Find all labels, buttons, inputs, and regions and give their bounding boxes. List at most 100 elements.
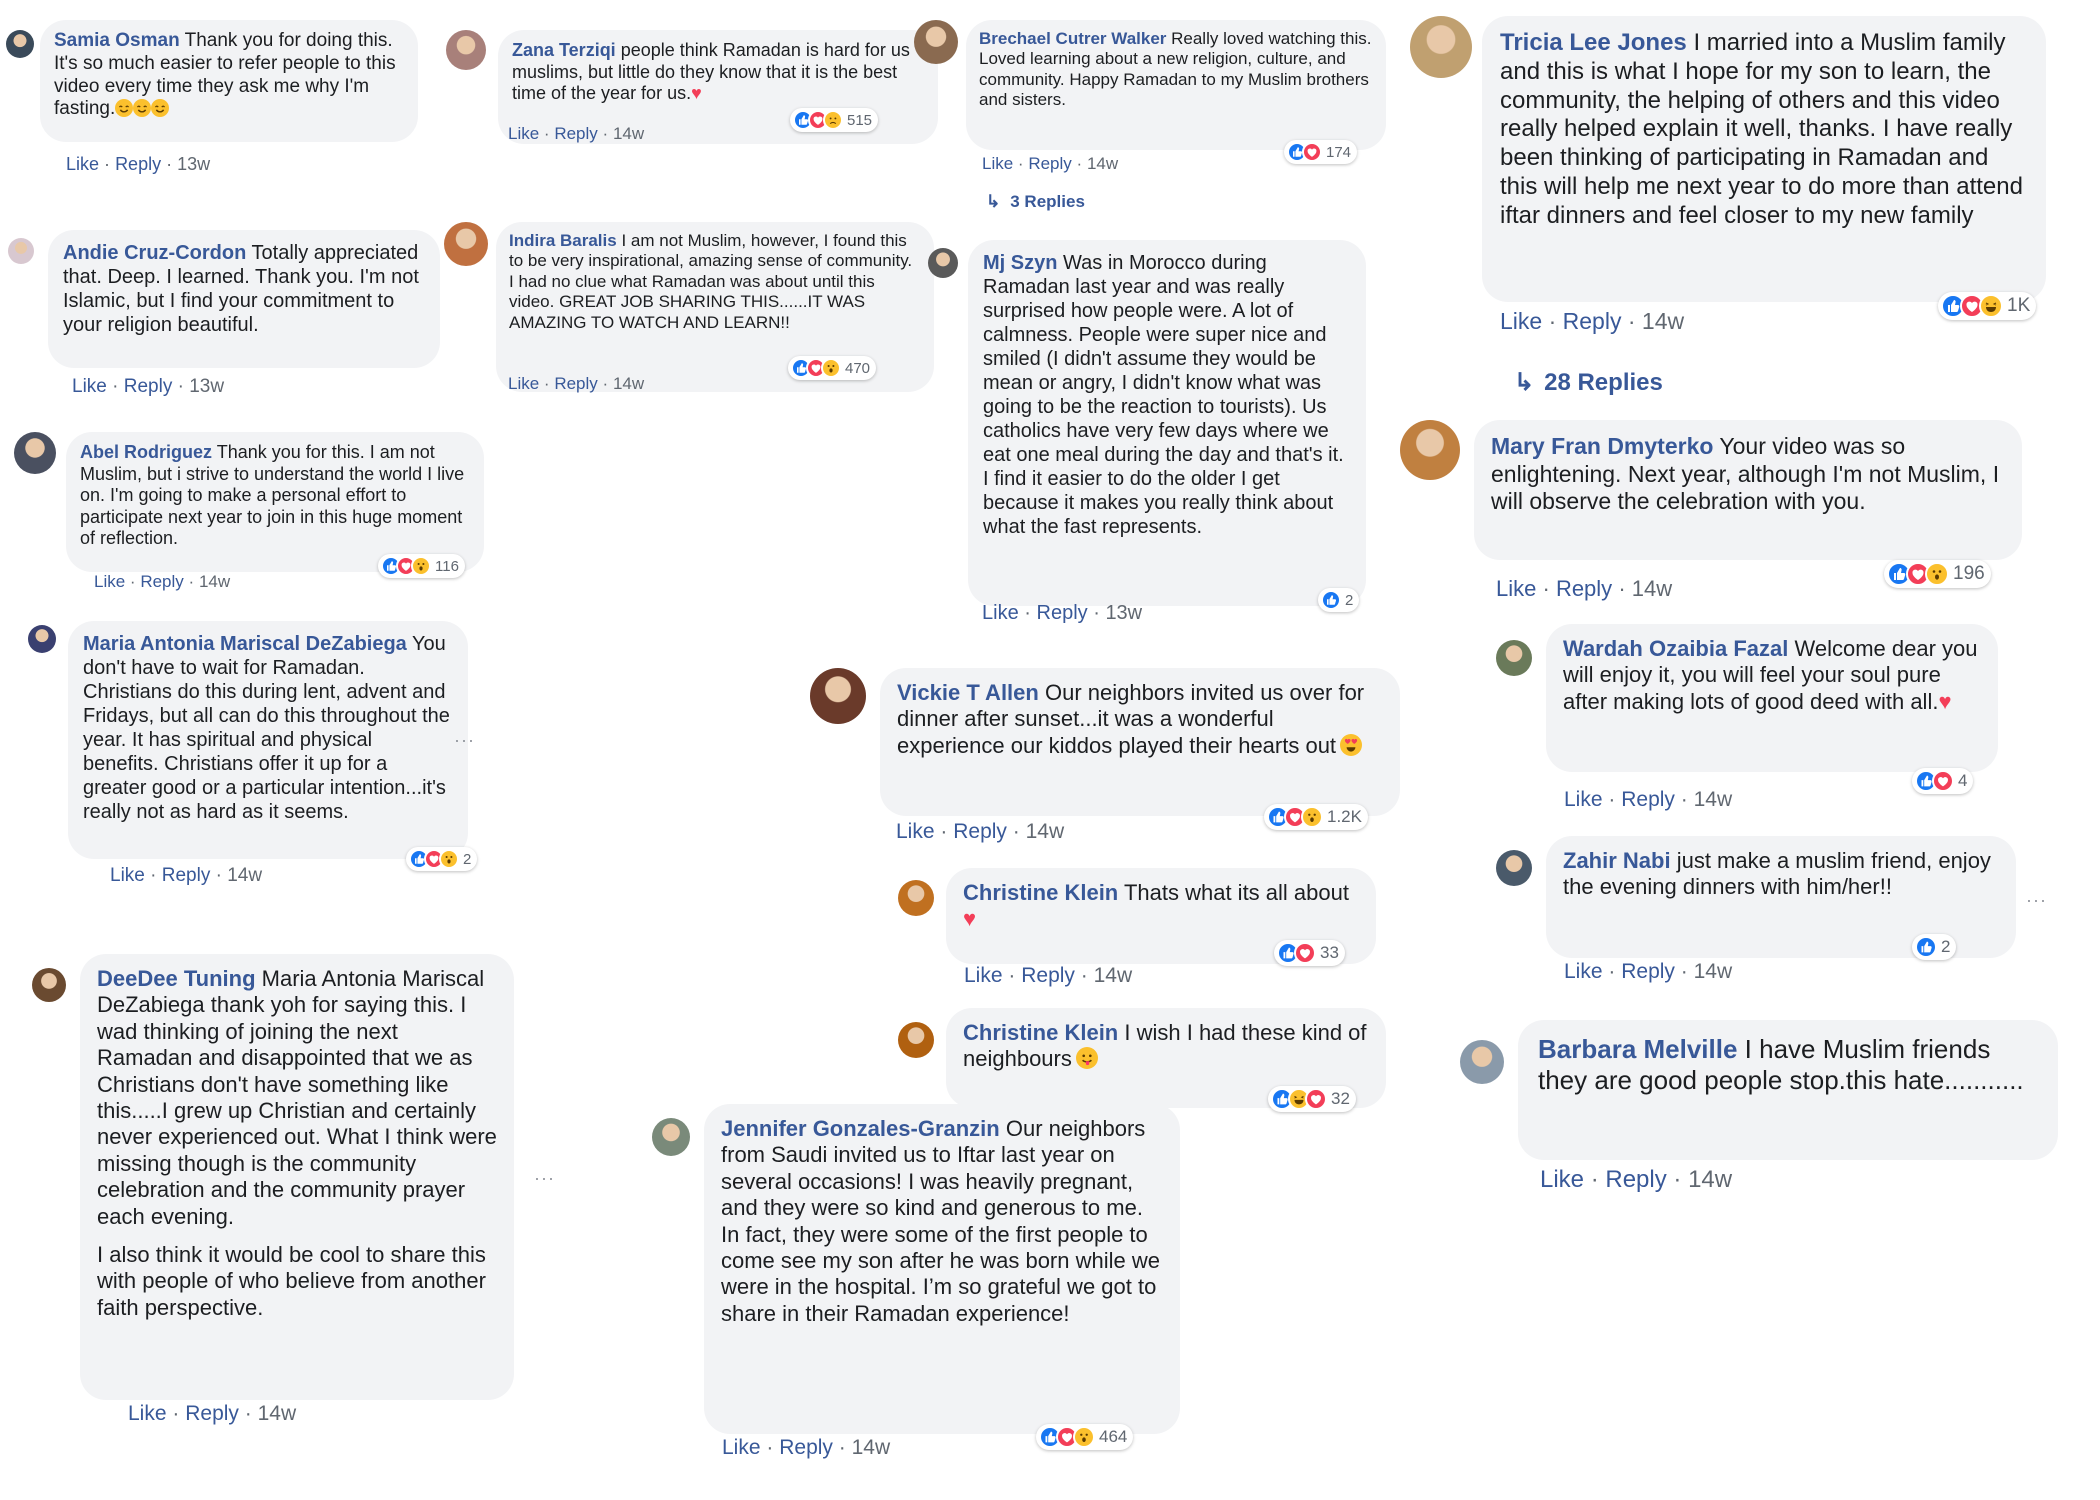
comment-author-link[interactable]: DeeDee Tuning: [97, 966, 256, 991]
like-link[interactable]: Like: [94, 572, 125, 591]
reply-link[interactable]: Reply: [1021, 964, 1075, 987]
more-options-icon[interactable]: ···: [454, 730, 475, 751]
reply-link[interactable]: Reply: [1028, 154, 1071, 173]
reaction-summary[interactable]: 2: [406, 847, 478, 871]
more-options-icon[interactable]: ···: [534, 1168, 555, 1189]
comment-timestamp[interactable]: 14w: [852, 1436, 891, 1459]
comment-author-link[interactable]: Jennifer Gonzales-Granzin: [721, 1116, 1000, 1141]
comment-author-link[interactable]: Christine Klein: [963, 1020, 1118, 1045]
avatar[interactable]: [1400, 420, 1460, 480]
reaction-summary[interactable]: 196: [1884, 560, 1991, 588]
comment-timestamp[interactable]: 14w: [227, 865, 262, 886]
comment-timestamp[interactable]: 14w: [1632, 576, 1672, 601]
comment-author-link[interactable]: Andie Cruz-Cordon: [63, 242, 246, 264]
reply-link[interactable]: Reply: [162, 865, 211, 886]
reaction-summary[interactable]: 1.2K: [1264, 804, 1368, 830]
like-link[interactable]: Like: [964, 964, 1003, 987]
like-link[interactable]: Like: [1564, 788, 1603, 811]
comment-timestamp[interactable]: 13w: [177, 154, 210, 174]
more-options-icon[interactable]: ···: [2026, 890, 2047, 911]
like-link[interactable]: Like: [722, 1436, 761, 1459]
avatar[interactable]: [928, 248, 958, 278]
like-link[interactable]: Like: [72, 376, 107, 397]
like-link[interactable]: Like: [982, 602, 1019, 624]
comment-author-link[interactable]: Abel Rodriguez: [80, 442, 212, 462]
like-link[interactable]: Like: [896, 820, 935, 843]
like-link[interactable]: Like: [1500, 308, 1542, 334]
reaction-summary[interactable]: 116: [378, 554, 465, 578]
comment-author-link[interactable]: Barbara Melville: [1538, 1034, 1737, 1064]
reply-link[interactable]: Reply: [953, 820, 1007, 843]
avatar[interactable]: [898, 880, 934, 916]
reaction-summary[interactable]: 33: [1274, 940, 1345, 966]
reply-link[interactable]: Reply: [1037, 602, 1088, 624]
comment-timestamp[interactable]: 14w: [1642, 308, 1684, 334]
avatar[interactable]: [446, 30, 486, 70]
like-link[interactable]: Like: [982, 154, 1013, 173]
avatar[interactable]: [444, 222, 488, 266]
reaction-summary[interactable]: 2: [1912, 934, 1957, 960]
like-link[interactable]: Like: [1540, 1166, 1584, 1193]
reply-link[interactable]: Reply: [1605, 1166, 1666, 1193]
like-link[interactable]: Like: [508, 124, 539, 143]
reaction-summary[interactable]: 4: [1912, 768, 1974, 794]
reply-link[interactable]: Reply: [1621, 960, 1675, 983]
comment-timestamp[interactable]: 14w: [1026, 820, 1065, 843]
comment-author-link[interactable]: Mj Szyn: [983, 252, 1057, 274]
view-replies-link[interactable]: ↳ 28 Replies: [1514, 368, 1663, 397]
comment-timestamp[interactable]: 14w: [199, 572, 230, 591]
avatar[interactable]: [1496, 640, 1532, 676]
like-link[interactable]: Like: [1496, 576, 1536, 601]
avatar[interactable]: [1496, 850, 1532, 886]
reply-link[interactable]: Reply: [185, 1402, 239, 1425]
avatar[interactable]: [14, 432, 56, 474]
like-link[interactable]: Like: [66, 154, 99, 174]
comment-author-link[interactable]: Samia Osman: [54, 30, 180, 51]
comment-timestamp[interactable]: 13w: [1105, 602, 1142, 624]
reply-link[interactable]: Reply: [1621, 788, 1675, 811]
avatar[interactable]: [914, 20, 958, 64]
comment-timestamp[interactable]: 14w: [1688, 1166, 1732, 1193]
comment-author-link[interactable]: Mary Fran Dmyterko: [1491, 433, 1713, 459]
avatar[interactable]: [1460, 1040, 1504, 1084]
avatar[interactable]: [898, 1022, 934, 1058]
avatar[interactable]: [28, 625, 56, 653]
comment-timestamp[interactable]: 14w: [613, 374, 644, 393]
comment-timestamp[interactable]: 14w: [258, 1402, 297, 1425]
reply-link[interactable]: Reply: [140, 572, 183, 591]
comment-author-link[interactable]: Zana Terziqi: [512, 40, 616, 60]
like-link[interactable]: Like: [128, 1402, 167, 1425]
replies-count-label[interactable]: 28 Replies: [1544, 369, 1663, 396]
comment-timestamp[interactable]: 14w: [613, 124, 644, 143]
avatar[interactable]: [1410, 16, 1472, 78]
comment-author-link[interactable]: Brechael Cutrer Walker: [979, 29, 1166, 48]
avatar[interactable]: [32, 968, 66, 1002]
avatar[interactable]: [810, 668, 866, 724]
reply-link[interactable]: Reply: [1563, 308, 1622, 334]
reply-link[interactable]: Reply: [779, 1436, 833, 1459]
comment-author-link[interactable]: Tricia Lee Jones: [1500, 29, 1687, 56]
view-replies-link[interactable]: ↳ 3 Replies: [986, 192, 1085, 212]
reply-link[interactable]: Reply: [124, 376, 173, 397]
reply-link[interactable]: Reply: [554, 374, 597, 393]
comment-author-link[interactable]: Vickie T Allen: [897, 680, 1039, 705]
like-link[interactable]: Like: [110, 865, 145, 886]
comment-timestamp[interactable]: 14w: [1694, 788, 1733, 811]
avatar[interactable]: [6, 30, 34, 58]
reply-link[interactable]: Reply: [115, 154, 161, 174]
replies-count-label[interactable]: 3 Replies: [1010, 192, 1085, 211]
reaction-summary[interactable]: 32: [1268, 1086, 1356, 1112]
avatar[interactable]: [8, 238, 34, 264]
reaction-summary[interactable]: 464: [1036, 1424, 1134, 1450]
avatar[interactable]: [652, 1118, 690, 1156]
like-link[interactable]: Like: [508, 374, 539, 393]
comment-timestamp[interactable]: 14w: [1094, 964, 1133, 987]
comment-timestamp[interactable]: 14w: [1694, 960, 1733, 983]
comment-author-link[interactable]: Maria Antonia Mariscal DeZabiega: [83, 633, 407, 655]
reply-link[interactable]: Reply: [554, 124, 597, 143]
reply-link[interactable]: Reply: [1556, 576, 1612, 601]
comment-timestamp[interactable]: 14w: [1087, 154, 1118, 173]
comment-author-link[interactable]: Wardah Ozaibia Fazal: [1563, 636, 1788, 661]
comment-timestamp[interactable]: 13w: [189, 376, 224, 397]
like-link[interactable]: Like: [1564, 960, 1603, 983]
